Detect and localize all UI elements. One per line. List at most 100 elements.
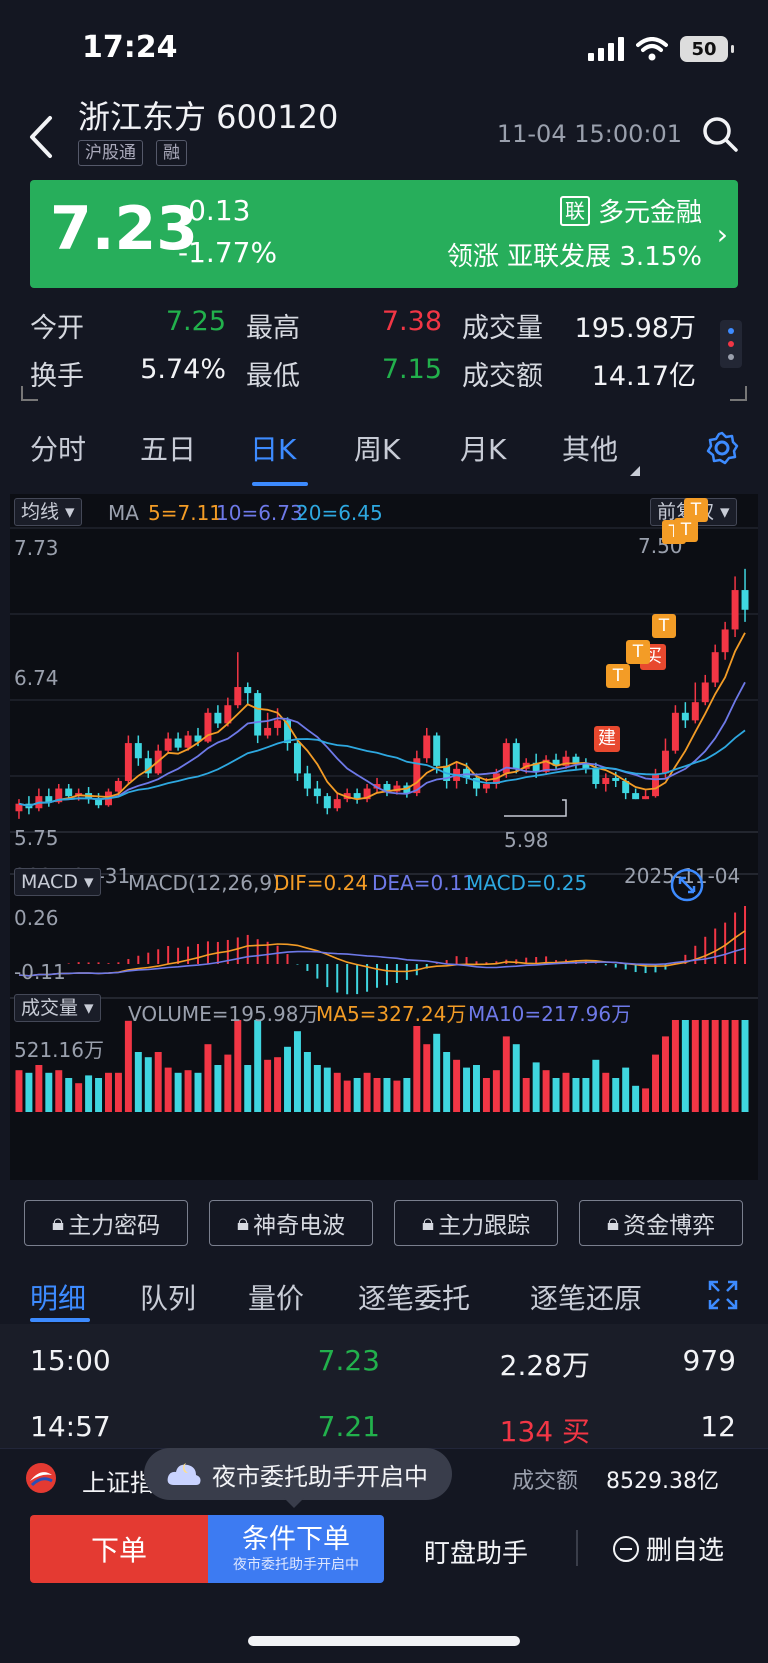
expand-icon[interactable]	[670, 868, 704, 902]
quote-datetime: 11-04 15:00:01	[496, 120, 682, 148]
chevron-right-icon: ›	[716, 218, 728, 251]
candle-body	[731, 590, 739, 630]
tab-weekly-k[interactable]: 周K	[354, 428, 400, 468]
tab-order-by-order[interactable]: 逐笔委托	[358, 1277, 470, 1317]
feature-main-force-track[interactable]: 🔒︎ 主力跟踪	[394, 1200, 558, 1246]
volume-bar	[413, 1026, 421, 1112]
price-change-pct: -1.77%	[178, 236, 278, 269]
volume-bar	[741, 1020, 749, 1112]
back-arrow-icon[interactable]	[22, 112, 62, 162]
candle-body	[423, 735, 431, 759]
candle-body	[652, 773, 659, 797]
volume-bar	[224, 1054, 232, 1112]
volume-bar	[15, 1070, 23, 1112]
signal-t-marker[interactable]: T	[626, 640, 650, 664]
volume-bar	[562, 1072, 570, 1112]
candle-body	[333, 799, 341, 809]
place-order-button[interactable]: 下单	[30, 1515, 208, 1583]
trade-volume: 2.28万	[499, 1349, 590, 1382]
night-order-tooltip[interactable]: 夜市委托助手开启中	[144, 1448, 452, 1500]
candle-body	[612, 777, 620, 781]
candle-body	[184, 735, 192, 748]
volume-bar	[373, 1078, 381, 1112]
volume-bar	[154, 1052, 162, 1112]
conditional-order-button[interactable]: 条件下单 夜市委托助手开启中	[208, 1515, 384, 1583]
volume-bar	[194, 1072, 202, 1112]
volume-bar	[403, 1078, 411, 1112]
volume-bar	[284, 1046, 291, 1112]
stats-more-button[interactable]	[720, 320, 742, 368]
tab-monthly-k[interactable]: 月K	[460, 428, 506, 468]
volume-dropdown[interactable]: 成交量 ▾	[14, 994, 101, 1022]
tab-intraday[interactable]: 分时	[30, 428, 86, 468]
candle-body	[65, 788, 73, 797]
candle-body	[114, 780, 122, 792]
tab-active-indicator	[252, 482, 308, 486]
cloud-moon-icon	[167, 1463, 201, 1485]
price-banner[interactable]: 7.23 -0.13 -1.77% 联 多元金融 领涨 亚联发展 3.15% ›	[30, 180, 738, 288]
volume-bar	[652, 1054, 659, 1112]
volume-bar	[393, 1080, 401, 1112]
tag-margin: 融	[156, 140, 187, 166]
conditional-order-label: 条件下单	[242, 1524, 350, 1555]
ma-dropdown[interactable]: 均线 ▾	[14, 498, 82, 526]
monitor-assistant-button[interactable]: 盯盘助手	[424, 1533, 528, 1570]
conditional-order-sublabel: 夜市委托助手开启中	[233, 1557, 359, 1573]
trade-count: 979	[682, 1344, 736, 1377]
volume-bar	[711, 1020, 719, 1112]
ma5-value: 5=7.11	[148, 501, 223, 525]
volume-bar	[174, 1072, 182, 1112]
volume-bar	[433, 1033, 441, 1112]
signal-t-marker[interactable]: T	[684, 498, 708, 522]
kline-chart-panel[interactable]: 均线 ▾ MA 5=7.11 10=6.73 20=6.45 前复权 ▾ 7.7…	[10, 494, 758, 1180]
trade-time: 15:00	[30, 1344, 111, 1377]
tab-tick-replay[interactable]: 逐笔还原	[530, 1277, 642, 1317]
stat-open-label: 今开	[30, 313, 84, 344]
corner-mark-right	[730, 386, 747, 401]
battery-icon: 50	[680, 36, 734, 62]
feature-main-force-code[interactable]: 🔒︎ 主力密码	[24, 1200, 188, 1246]
candle-body	[264, 727, 272, 736]
macd-dropdown[interactable]: MACD ▾	[14, 868, 101, 896]
tab-daily-k[interactable]: 日K	[250, 428, 296, 468]
price-tick-top: 7.73	[14, 536, 59, 560]
tab-queue[interactable]: 队列	[140, 1277, 196, 1317]
minus-circle-icon	[613, 1535, 639, 1562]
detail-tab-indicator	[30, 1318, 90, 1322]
search-icon[interactable]	[700, 114, 740, 154]
kline-chart-svg	[10, 494, 758, 1180]
tab-five-day[interactable]: 五日	[140, 428, 196, 468]
tab-detail[interactable]: 明细	[30, 1277, 86, 1317]
volume-bar	[482, 1078, 490, 1112]
macd-dea: DEA=0.11	[372, 871, 476, 895]
lock-icon: 🔒︎	[236, 1210, 250, 1236]
volume-bar	[85, 1075, 93, 1112]
stat-open-value: 7.25	[165, 306, 226, 337]
sector-name: 多元金融	[597, 198, 702, 228]
tab-other[interactable]: 其他	[562, 428, 618, 468]
signal-t-marker[interactable]: T	[606, 664, 630, 688]
signal-build-marker[interactable]: 建	[594, 726, 620, 752]
period-tabs: 分时 五日 日K 周K 月K 其他	[0, 418, 768, 478]
stat-amount-value: 14.17亿	[591, 361, 696, 392]
stock-title: 浙江东方 600120	[78, 98, 339, 136]
candle-body	[174, 738, 182, 748]
volume-bar	[532, 1062, 540, 1112]
volume-bar	[721, 1020, 729, 1112]
stat-volume-label: 成交量	[462, 313, 543, 344]
feature-capital-game[interactable]: 🔒︎ 资金博弈	[579, 1200, 743, 1246]
volume-bar	[75, 1083, 83, 1112]
tab-volume-price[interactable]: 量价	[248, 1277, 304, 1317]
gear-icon[interactable]	[704, 430, 740, 466]
lock-icon: 🔒︎	[421, 1210, 435, 1236]
feature-magic-wave[interactable]: 🔒︎ 神奇电波	[209, 1200, 373, 1246]
signal-icon	[588, 37, 624, 61]
remove-watchlist-button[interactable]: 删自选	[612, 1530, 724, 1567]
signal-t-marker[interactable]: T	[652, 614, 676, 638]
volume-value: VOLUME=195.98万	[128, 1002, 319, 1026]
candle-body	[164, 738, 172, 751]
sector-link[interactable]: 联 多元金融	[559, 192, 702, 229]
volume-bar	[333, 1072, 341, 1112]
sector-leader: 领涨 亚联发展 3.15%	[446, 242, 702, 272]
fullscreen-icon[interactable]	[708, 1280, 738, 1310]
